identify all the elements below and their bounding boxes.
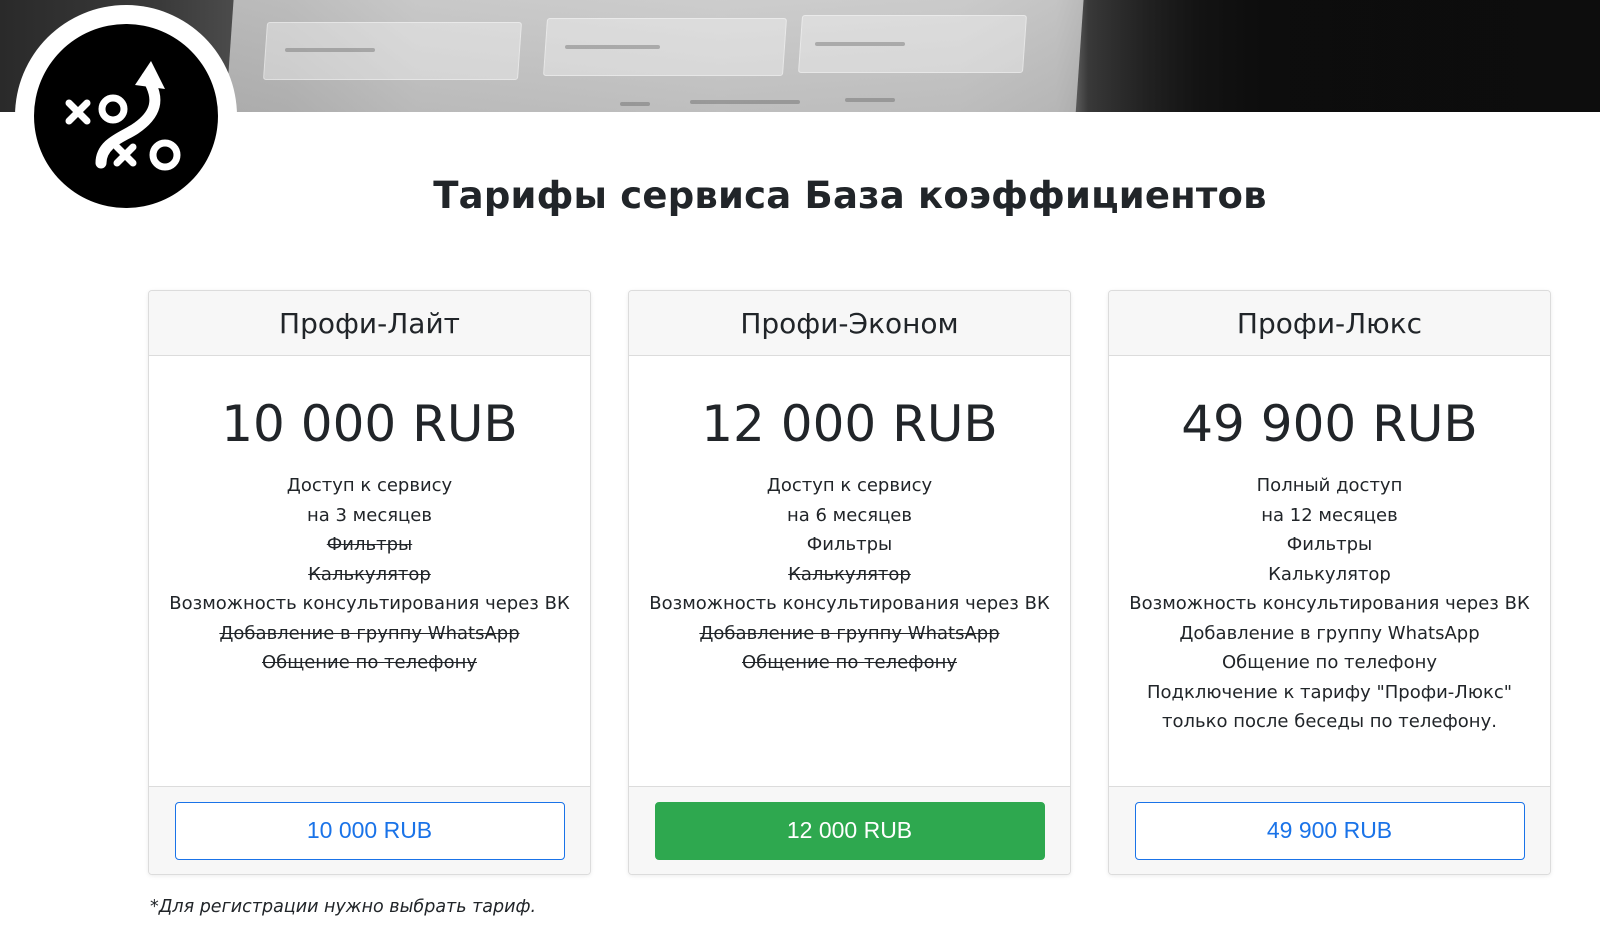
feature-item: на 3 месяцев (306, 504, 432, 526)
select-plan-econom-button[interactable]: 12 000 RUB (654, 801, 1045, 860)
pricing-cards: Профи-Лайт 10 000 RUB Доступ к сервису н… (148, 290, 1551, 875)
hero-bar (845, 98, 895, 102)
feature-item: Общение по телефону (741, 652, 958, 673)
hero-bar (815, 42, 905, 46)
feature-item: Фильтры (326, 534, 413, 555)
feature-item: Подключение к тарифу "Профи-Люкс" (1146, 681, 1513, 703)
plan-body: 12 000 RUB Доступ к сервису на 6 месяцев… (629, 356, 1070, 788)
plan-footer: 49 900 RUB (1109, 786, 1550, 874)
feature-item: Добавление в группу WhatsApp (219, 622, 520, 644)
plan-footer: 10 000 RUB (149, 786, 590, 874)
page: Тарифы сервиса База коэффициентов Профи-… (0, 0, 1600, 932)
feature-list: Доступ к сервису на 6 месяцев Фильтры Ка… (629, 471, 1070, 678)
feature-item: Общение по телефону (261, 652, 478, 673)
plan-name: Профи-Лайт (149, 291, 590, 356)
feature-list: Полный доступ на 12 месяцев Фильтры Каль… (1109, 471, 1550, 737)
plan-footer: 12 000 RUB (629, 786, 1070, 874)
hero-bar (690, 100, 800, 104)
hero-shadow (1080, 0, 1600, 112)
plan-card-econom: Профи-Эконом 12 000 RUB Доступ к сервису… (628, 290, 1071, 875)
plan-price: 10 000 RUB (221, 395, 518, 453)
feature-item: на 6 месяцев (786, 504, 912, 526)
plan-price: 12 000 RUB (701, 395, 998, 453)
select-plan-lite-button[interactable]: 10 000 RUB (174, 801, 565, 860)
plan-body: 49 900 RUB Полный доступ на 12 месяцев Ф… (1109, 356, 1550, 788)
feature-item: Общение по телефону (1221, 652, 1438, 673)
page-title: Тарифы сервиса База коэффициентов (433, 174, 1267, 217)
feature-item: Доступ к сервису (286, 475, 453, 496)
feature-item: только после беседы по телефону. (1162, 711, 1497, 732)
plan-card-lite: Профи-Лайт 10 000 RUB Доступ к сервису н… (148, 290, 591, 875)
feature-item: Калькулятор (308, 563, 431, 585)
hero-bar (620, 102, 650, 106)
feature-item: Добавление в группу WhatsApp (699, 622, 1000, 644)
feature-item: на 12 месяцев (1261, 504, 1398, 526)
feature-list: Доступ к сервису на 3 месяцев Фильтры Ка… (149, 471, 590, 678)
hero-bar (285, 48, 375, 52)
plan-name: Профи-Люкс (1109, 291, 1550, 356)
feature-item: Калькулятор (788, 563, 911, 585)
feature-item: Фильтры (1286, 534, 1373, 555)
plan-name: Профи-Эконом (629, 291, 1070, 356)
plan-price: 49 900 RUB (1181, 395, 1478, 453)
feature-item: Возможность консультирования через ВК (1129, 593, 1530, 614)
feature-item: Возможность консультирования через ВК (649, 593, 1050, 614)
hero-bar (565, 45, 660, 49)
feature-item: Фильтры (806, 534, 893, 555)
plan-card-lux: Профи-Люкс 49 900 RUB Полный доступ на 1… (1108, 290, 1551, 875)
feature-item: Добавление в группу WhatsApp (1179, 622, 1480, 644)
feature-item: Доступ к сервису (766, 475, 933, 496)
select-plan-lux-button[interactable]: 49 900 RUB (1134, 801, 1525, 860)
feature-item: Полный доступ (1256, 475, 1403, 496)
feature-item: Калькулятор (1268, 563, 1391, 585)
tactics-logo-icon (65, 61, 181, 171)
feature-item: Возможность консультирования через ВК (169, 593, 570, 614)
registration-note: *Для регистрации нужно выбрать тариф. (150, 897, 537, 917)
hero-banner (0, 0, 1600, 112)
plan-body: 10 000 RUB Доступ к сервису на 3 месяцев… (149, 356, 590, 788)
